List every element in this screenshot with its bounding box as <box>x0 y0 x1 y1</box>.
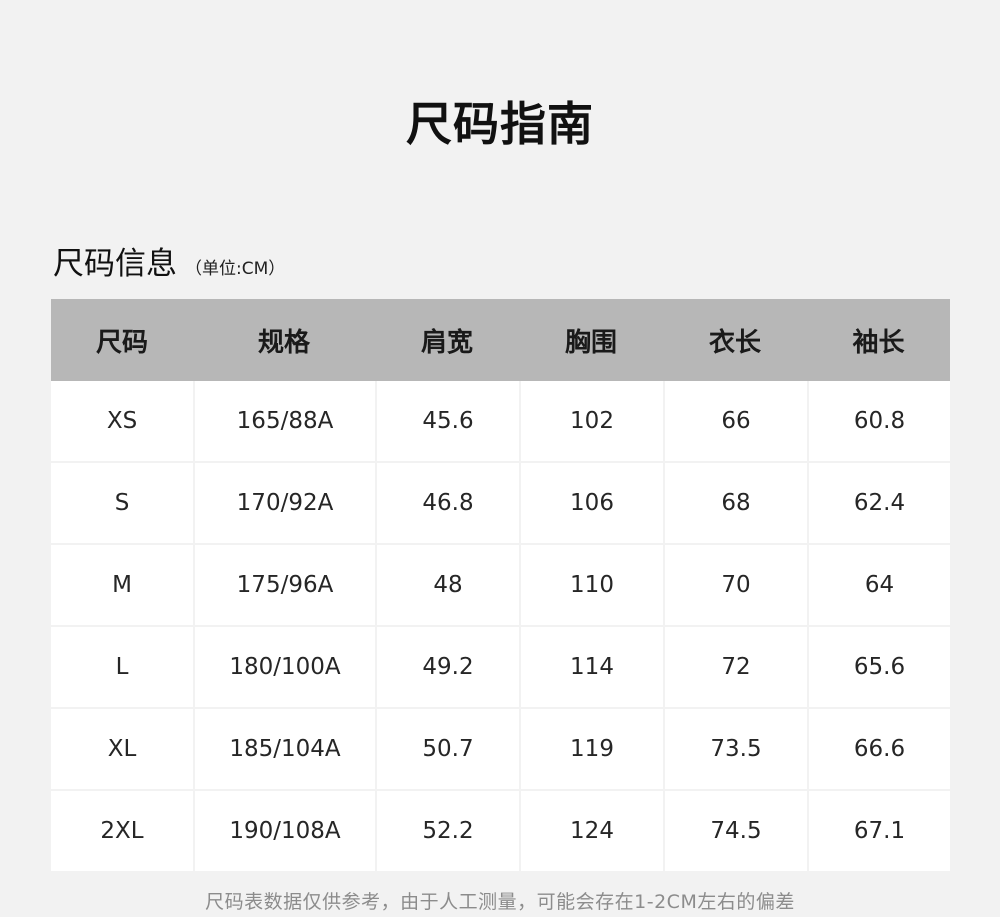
section-title: 尺码信息 <box>53 246 177 282</box>
cell-spec: 165/88A <box>193 381 375 461</box>
cell-shoulder: 49.2 <box>375 625 519 707</box>
cell-shoulder: 52.2 <box>375 789 519 871</box>
cell-length: 70 <box>663 543 807 625</box>
cell-spec: 185/104A <box>193 707 375 789</box>
cell-size: XL <box>51 707 193 789</box>
table-row: XS 165/88A 45.6 102 66 60.8 <box>51 381 950 461</box>
cell-shoulder: 48 <box>375 543 519 625</box>
section-header: 尺码信息 （单位:CM） <box>53 240 285 290</box>
table-row: M 175/96A 48 110 70 64 <box>51 543 950 625</box>
cell-size: M <box>51 543 193 625</box>
footnote: 尺码表数据仅供参考，由于人工测量，可能会存在1-2CM左右的偏差 <box>205 891 795 913</box>
header-spec: 规格 <box>193 299 375 381</box>
cell-shoulder: 45.6 <box>375 381 519 461</box>
cell-length: 68 <box>663 461 807 543</box>
cell-chest: 124 <box>519 789 663 871</box>
section-unit-label: （单位:CM） <box>185 259 286 279</box>
cell-length: 66 <box>663 381 807 461</box>
cell-shoulder: 50.7 <box>375 707 519 789</box>
cell-sleeve: 67.1 <box>807 789 950 871</box>
cell-chest: 106 <box>519 461 663 543</box>
cell-sleeve: 60.8 <box>807 381 950 461</box>
header-size: 尺码 <box>51 299 193 381</box>
header-length: 衣长 <box>663 299 807 381</box>
cell-length: 72 <box>663 625 807 707</box>
header-sleeve: 袖长 <box>807 299 950 381</box>
cell-size: 2XL <box>51 789 193 871</box>
page-title: 尺码指南 <box>406 97 594 151</box>
cell-sleeve: 66.6 <box>807 707 950 789</box>
cell-spec: 175/96A <box>193 543 375 625</box>
cell-sleeve: 65.6 <box>807 625 950 707</box>
cell-sleeve: 62.4 <box>807 461 950 543</box>
header-chest: 胸围 <box>519 299 663 381</box>
cell-chest: 119 <box>519 707 663 789</box>
table-row: L 180/100A 49.2 114 72 65.6 <box>51 625 950 707</box>
cell-chest: 114 <box>519 625 663 707</box>
cell-shoulder: 46.8 <box>375 461 519 543</box>
table-row: XL 185/104A 50.7 119 73.5 66.6 <box>51 707 950 789</box>
cell-size: L <box>51 625 193 707</box>
cell-spec: 170/92A <box>193 461 375 543</box>
cell-length: 73.5 <box>663 707 807 789</box>
size-table: 尺码 规格 肩宽 胸围 衣长 袖长 XS 165/88A 45.6 102 66… <box>51 299 950 871</box>
cell-length: 74.5 <box>663 789 807 871</box>
table-row: S 170/92A 46.8 106 68 62.4 <box>51 461 950 543</box>
cell-spec: 190/108A <box>193 789 375 871</box>
table-header-row: 尺码 规格 肩宽 胸围 衣长 袖长 <box>51 299 950 381</box>
cell-size: XS <box>51 381 193 461</box>
header-shoulder: 肩宽 <box>375 299 519 381</box>
cell-size: S <box>51 461 193 543</box>
cell-chest: 110 <box>519 543 663 625</box>
table-row: 2XL 190/108A 52.2 124 74.5 67.1 <box>51 789 950 871</box>
cell-spec: 180/100A <box>193 625 375 707</box>
cell-chest: 102 <box>519 381 663 461</box>
cell-sleeve: 64 <box>807 543 950 625</box>
